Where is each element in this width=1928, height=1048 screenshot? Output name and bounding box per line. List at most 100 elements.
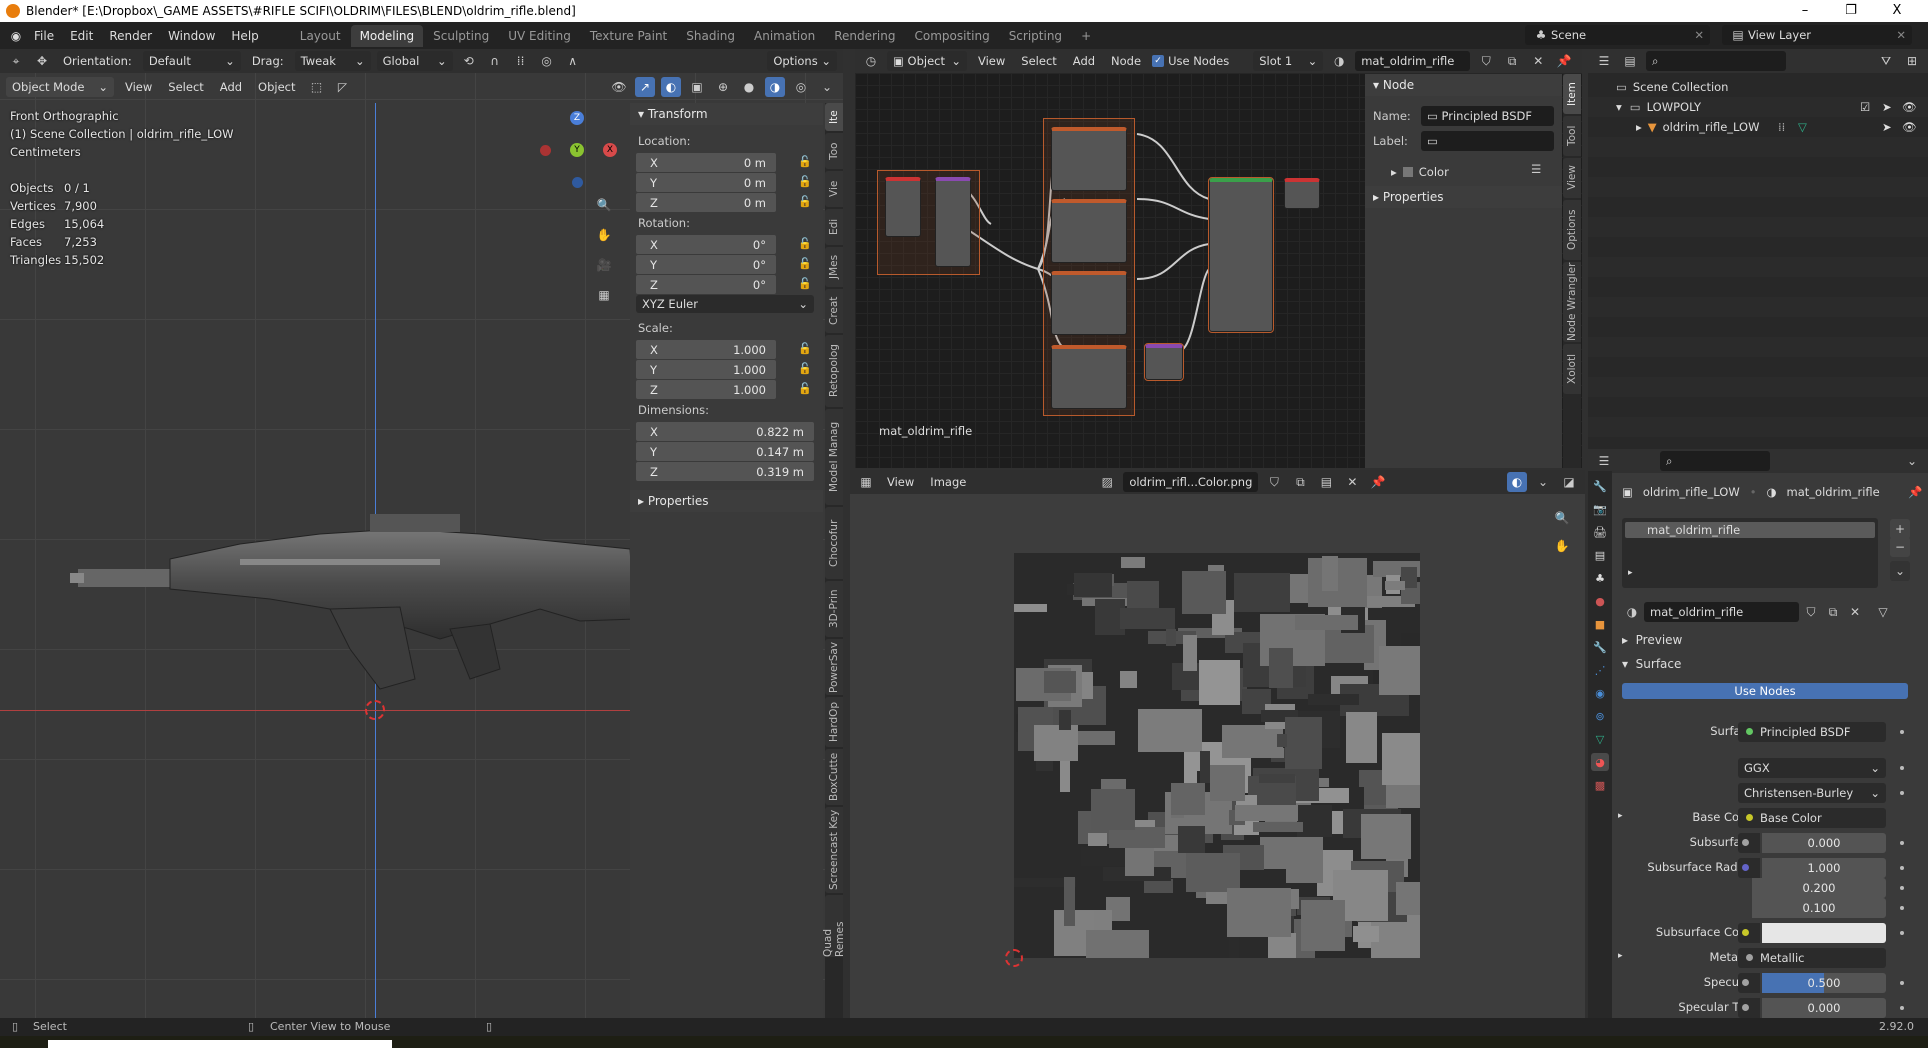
rendered-shading-icon[interactable]: ◎: [791, 77, 811, 97]
sidebar-tab[interactable]: Retopolog: [825, 335, 843, 407]
unlink-icon[interactable]: ✕: [1528, 51, 1548, 71]
lock-icon[interactable]: 🔓: [798, 155, 812, 168]
3d-cursor[interactable]: [365, 700, 385, 720]
image-browse-icon[interactable]: ▨: [1097, 472, 1117, 492]
keyframe-dot-icon[interactable]: [1900, 766, 1904, 770]
snap-target-icon[interactable]: ⁞⁞: [511, 51, 531, 71]
pin-icon[interactable]: 📌: [1908, 485, 1922, 499]
outliner-object-row[interactable]: ▸ ▼ oldrim_rifle_LOW ⁞⁞ ▽ ➤ 👁: [1588, 117, 1928, 137]
visibility-icon[interactable]: 👁: [609, 77, 629, 97]
fake-user-icon[interactable]: ⛉: [1801, 602, 1821, 622]
number-field[interactable]: 0.100: [1752, 898, 1886, 918]
sidebar-tab[interactable]: BoxCutte: [825, 749, 843, 805]
expand-icon[interactable]: ▸: [1618, 951, 1623, 961]
sidebar-tab[interactable]: Screencast Key: [825, 807, 843, 893]
keyframe-dot-icon[interactable]: [1900, 841, 1904, 845]
modifier-tab-icon[interactable]: 🔧: [1591, 638, 1609, 656]
keyframe-dot-icon[interactable]: [1900, 730, 1904, 734]
slot-specials-button[interactable]: ⌄: [1890, 561, 1910, 581]
transform-orientation-dropdown[interactable]: Global ⌄: [376, 51, 453, 71]
scene-selector[interactable]: ♣ Scene ✕: [1525, 25, 1710, 45]
sidebar-tab[interactable]: Model Manag: [825, 409, 843, 505]
image-texture-node[interactable]: [1051, 345, 1127, 409]
snap-icon[interactable]: ∩: [485, 51, 505, 71]
perspective-grid-icon[interactable]: ▦: [594, 285, 614, 305]
move-tool-icon[interactable]: ✥: [32, 51, 52, 71]
number-field[interactable]: 0.000: [1762, 998, 1886, 1018]
expand-icon[interactable]: ▸: [1636, 120, 1642, 134]
close-window-button[interactable]: X: [1874, 0, 1920, 22]
gizmo-toggle-icon[interactable]: ↗: [635, 77, 655, 97]
node-sidebar-tab[interactable]: Item: [1563, 74, 1581, 114]
tab-animation[interactable]: Animation: [745, 25, 824, 47]
node-sidebar-tab[interactable]: Xolotl: [1563, 344, 1581, 394]
node-sidebar-tab[interactable]: Tool: [1563, 116, 1581, 156]
keyframe-dot-icon[interactable]: [1900, 981, 1904, 985]
dim-x-field[interactable]: X 0.822 m: [636, 422, 814, 441]
tab-sculpting[interactable]: Sculpting: [424, 25, 498, 47]
menu-edit[interactable]: Edit: [62, 29, 101, 43]
selectable-icon[interactable]: ➤: [1882, 120, 1892, 134]
menu-image[interactable]: Image: [925, 475, 971, 489]
sidebar-tab[interactable]: Vie: [825, 171, 843, 207]
menu-view[interactable]: View: [120, 80, 157, 94]
sidebar-tab[interactable]: Creat: [825, 289, 843, 333]
link-type-icon[interactable]: ▽: [1873, 602, 1893, 622]
properties-search-input[interactable]: ⌕: [1660, 451, 1770, 471]
material-output-node[interactable]: [1284, 178, 1320, 209]
number-field[interactable]: 0.200: [1752, 878, 1886, 898]
node-sidebar-tab[interactable]: Node Wrangler: [1563, 262, 1581, 342]
lock-icon[interactable]: 🔓: [798, 257, 812, 270]
menu-render[interactable]: Render: [101, 29, 160, 43]
overlay-toggle-icon[interactable]: ◐: [661, 77, 681, 97]
material-tab-icon[interactable]: ◕: [1591, 753, 1609, 771]
gizmo-neg-z-axis[interactable]: [572, 177, 583, 188]
texture-tab-icon[interactable]: ▩: [1591, 776, 1609, 794]
use-nodes-button[interactable]: Use Nodes: [1622, 683, 1908, 699]
node-label-field[interactable]: ▭: [1421, 131, 1554, 151]
menu-view[interactable]: View: [882, 475, 919, 489]
outliner-scene-collection[interactable]: ▭ Scene Collection: [1588, 77, 1928, 97]
open-image-icon[interactable]: ▤: [1316, 472, 1336, 492]
material-slot-list[interactable]: mat_oldrim_rifle ▸: [1622, 518, 1878, 588]
texture-node[interactable]: [885, 177, 921, 237]
dim-z-field[interactable]: Z 0.319 m: [636, 462, 814, 481]
eye-icon[interactable]: 👁: [1902, 120, 1917, 134]
outliner-collection-lowpoly[interactable]: ▾ ▭ LOWPOLY ☑ ➤ 👁: [1588, 97, 1928, 117]
image-texture-node[interactable]: [1051, 199, 1127, 263]
color-subpanel[interactable]: ▸ Color: [1391, 165, 1449, 179]
node-sidebar-tab[interactable]: View: [1563, 158, 1581, 198]
loc-y-field[interactable]: Y 0 m: [636, 173, 776, 192]
pan-hand-icon[interactable]: ✋: [594, 225, 614, 245]
overlay-toggle-icon[interactable]: ◐: [1507, 472, 1527, 492]
menu-file[interactable]: File: [26, 29, 62, 43]
lock-icon[interactable]: 🔓: [798, 175, 812, 188]
zoom-icon[interactable]: 🔍: [1552, 508, 1572, 528]
linked-socket-field[interactable]: Metallic: [1738, 948, 1886, 968]
unlink-icon[interactable]: ✕: [1845, 602, 1865, 622]
scl-y-field[interactable]: Y 1.000: [636, 360, 776, 379]
enum-dropdown[interactable]: GGX ⌄: [1738, 758, 1886, 778]
minimize-button[interactable]: –: [1782, 0, 1828, 22]
enum-dropdown[interactable]: Christensen-Burley ⌄: [1738, 783, 1886, 803]
menu-help[interactable]: Help: [223, 29, 266, 43]
zoom-icon[interactable]: 🔍: [594, 195, 614, 215]
menu-object[interactable]: Object: [253, 80, 300, 94]
display-channels-icon[interactable]: ◪: [1559, 472, 1579, 492]
expand-icon[interactable]: ▾: [1616, 100, 1622, 114]
outliner-search-input[interactable]: ⌕: [1646, 51, 1786, 71]
taskbar-search[interactable]: [48, 1040, 392, 1048]
physics-tab-icon[interactable]: ◉: [1591, 684, 1609, 702]
sidebar-tab[interactable]: 3D-Prin: [825, 581, 843, 637]
principled-bsdf-node[interactable]: [1208, 177, 1274, 333]
pin-icon[interactable]: 📌: [1368, 472, 1388, 492]
options-chevron-icon[interactable]: ⌄: [1902, 451, 1922, 471]
fake-user-icon[interactable]: ⛉: [1264, 472, 1284, 492]
lock-icon[interactable]: 🔓: [798, 195, 812, 208]
material-preview-icon[interactable]: ◑: [765, 77, 785, 97]
lock-icon[interactable]: 🔓: [798, 342, 812, 355]
view-layer-tab-icon[interactable]: ▤: [1591, 546, 1609, 564]
node-sidebar-tab[interactable]: Options: [1563, 200, 1581, 260]
normal-map-node[interactable]: [1144, 343, 1184, 381]
exclude-checkbox[interactable]: ☑: [1860, 100, 1870, 114]
